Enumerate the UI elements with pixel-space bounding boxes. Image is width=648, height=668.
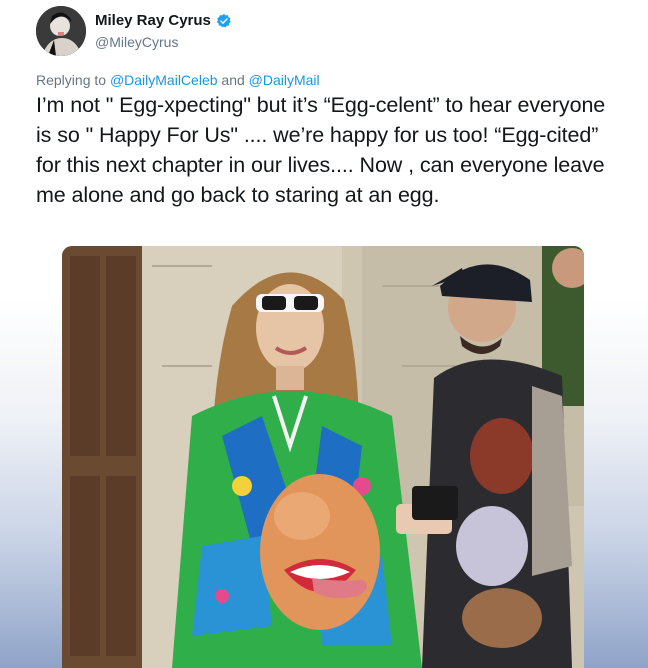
user-handle[interactable]: @MileyCyrus xyxy=(95,34,178,50)
reply-conjunction: and xyxy=(217,72,249,88)
avatar[interactable] xyxy=(36,6,86,56)
tweet-card: Miley Ray Cyrus @MileyCyrus Replying to … xyxy=(0,0,648,668)
tweet-text: I’m not " Egg-xpecting" but it’s “Egg-ce… xyxy=(36,93,606,207)
tweet-photo[interactable] xyxy=(62,246,584,668)
avatar-image xyxy=(36,6,86,56)
mention-link-dailymail[interactable]: @DailyMail xyxy=(249,72,320,88)
display-name[interactable]: Miley Ray Cyrus xyxy=(95,12,211,29)
verified-badge-icon xyxy=(216,13,231,28)
replying-to-line: Replying to @DailyMailCeleb and @DailyMa… xyxy=(36,72,320,88)
mention-link-dailymailceleb[interactable]: @DailyMailCeleb xyxy=(110,72,218,88)
reply-prefix: Replying to xyxy=(36,72,110,88)
name-row: Miley Ray Cyrus xyxy=(95,12,232,29)
tweet-screenshot: Miley Ray Cyrus @MileyCyrus Replying to … xyxy=(0,0,648,668)
photo-icon xyxy=(62,246,584,668)
